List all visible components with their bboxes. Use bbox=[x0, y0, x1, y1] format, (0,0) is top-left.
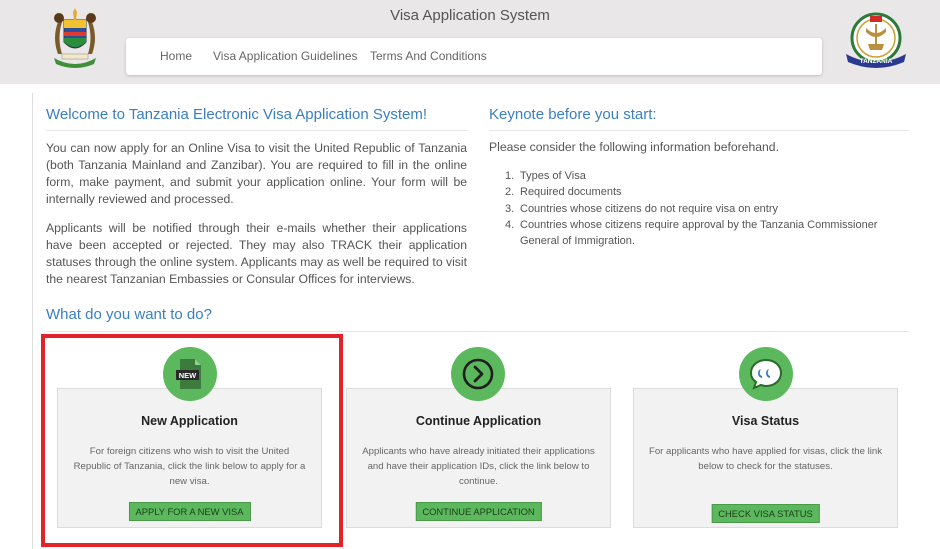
new-document-icon: NEW bbox=[163, 347, 217, 401]
site-title: Visa Application System bbox=[390, 7, 550, 24]
emblem-text: TANZANIA bbox=[860, 58, 893, 65]
nav-home[interactable]: Home bbox=[160, 49, 192, 63]
arrow-right-circle-icon bbox=[451, 347, 505, 401]
nav-visa-guidelines[interactable]: Visa Application Guidelines bbox=[213, 49, 358, 63]
keynote-divider bbox=[489, 130, 909, 131]
keynote-heading: Keynote before you start: bbox=[489, 106, 657, 123]
keynote-item-visa-exempt-countries[interactable]: 3. Countries whose citizens do not requir… bbox=[505, 201, 905, 217]
card-title: New Application bbox=[141, 414, 238, 428]
card-description: Applicants who have already initiated th… bbox=[362, 446, 595, 487]
keynote-item-approval-countries[interactable]: 4. Countries whose citizens require appro… bbox=[505, 217, 905, 250]
main-navbar: Home Visa Application Guidelines Terms A… bbox=[126, 38, 822, 75]
welcome-paragraph-1: You can now apply for an Online Visa to … bbox=[46, 141, 467, 206]
immigration-emblem-logo[interactable]: TANZANIA bbox=[842, 8, 910, 72]
card-description: For foreign citizens who wish to visit t… bbox=[73, 446, 306, 487]
coat-of-arms-logo[interactable] bbox=[44, 8, 106, 72]
keynote-item-required-documents[interactable]: 2. Required documents bbox=[505, 184, 905, 200]
keynote-item-types-of-visa[interactable]: 1. Types of Visa bbox=[505, 168, 905, 184]
welcome-heading: Welcome to Tanzania Electronic Visa Appl… bbox=[46, 106, 428, 123]
keynote-intro: Please consider the following informatio… bbox=[489, 140, 779, 154]
quote-bubble-icon bbox=[739, 347, 793, 401]
svg-text:NEW: NEW bbox=[179, 371, 197, 380]
actions-heading: What do you want to do? bbox=[46, 306, 212, 323]
card-title: Visa Status bbox=[731, 414, 800, 428]
actions-divider bbox=[46, 331, 909, 332]
check-visa-status-button[interactable]: CHECK VISA STATUS bbox=[711, 504, 820, 523]
card-title: Continue Application bbox=[415, 414, 542, 428]
welcome-divider bbox=[46, 130, 467, 131]
new-application-card: New Application For foreign citizens who… bbox=[57, 388, 322, 528]
nav-terms-conditions[interactable]: Terms And Conditions bbox=[370, 49, 487, 63]
welcome-paragraph-2: Applicants will be notified through thei… bbox=[46, 221, 467, 286]
continue-application-card: Continue Application Applicants who have… bbox=[346, 388, 611, 528]
apply-new-visa-button[interactable]: APPLY FOR A NEW VISA bbox=[128, 502, 251, 521]
keynote-list: 1. Types of Visa 2. Required documents 3. C… bbox=[505, 168, 905, 249]
visa-status-card: Visa Status For applicants who have appl… bbox=[633, 388, 898, 528]
card-description: For applicants who have applied for visa… bbox=[648, 446, 883, 472]
continue-application-button[interactable]: CONTINUE APPLICATION bbox=[415, 502, 542, 521]
